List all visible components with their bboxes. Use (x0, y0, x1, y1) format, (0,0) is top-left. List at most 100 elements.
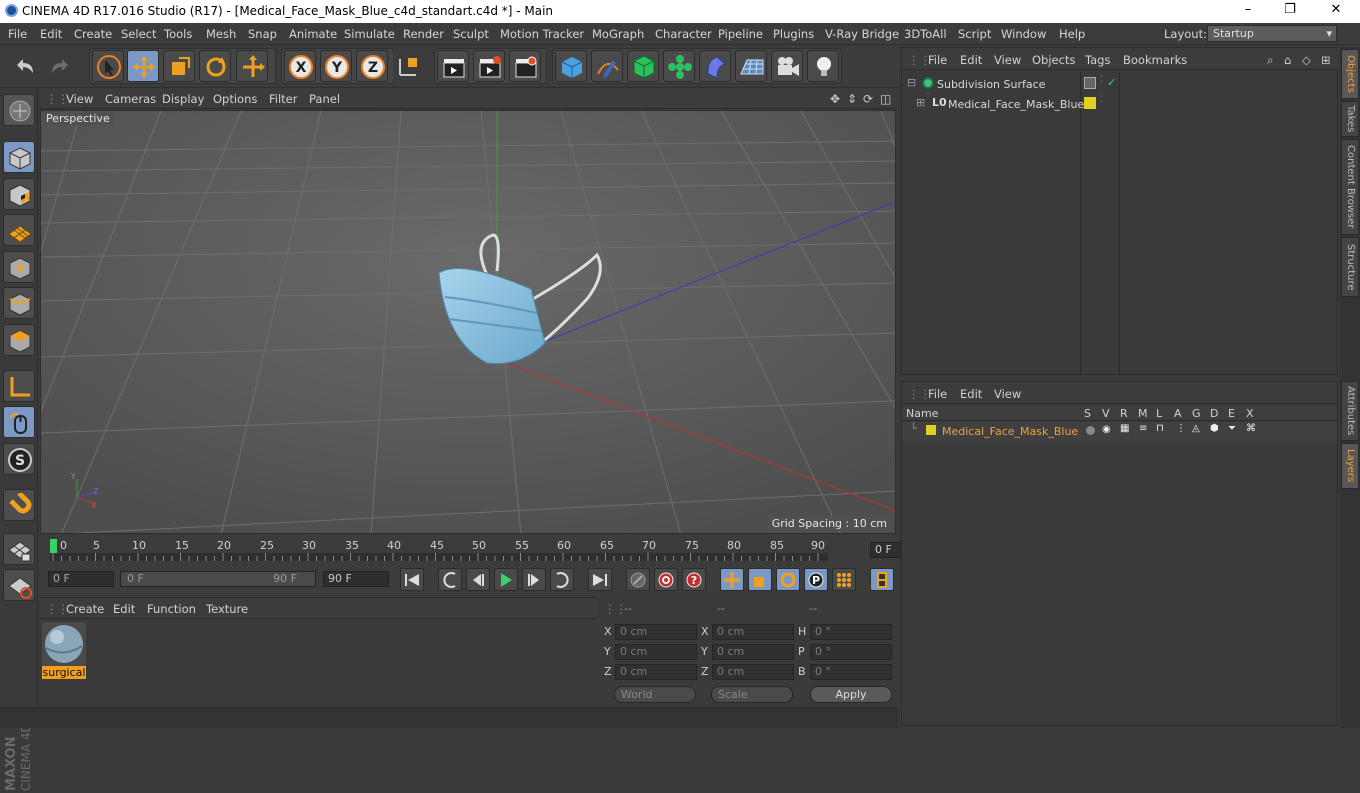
next-frame-button[interactable] (522, 568, 546, 591)
floor-button[interactable] (735, 50, 767, 82)
enabled-check-icon[interactable]: ✓ (1107, 76, 1116, 89)
material-menu-function[interactable]: Function (147, 602, 196, 616)
object-row[interactable]: ⊟ Subdivision Surface ⁚ ✓ (902, 75, 1337, 94)
minimize-button[interactable]: – (1238, 2, 1258, 17)
frame-range-slider[interactable]: 0 F 90 F (120, 571, 316, 587)
material-menu-edit[interactable]: Edit (113, 602, 135, 616)
redo-button[interactable] (45, 50, 77, 82)
viewport-nav-rotate-icon[interactable]: ⟳ (863, 92, 873, 106)
coordinate-system-button[interactable] (393, 50, 425, 82)
camera-button[interactable] (771, 50, 803, 82)
menu-plugins[interactable]: Plugins (773, 27, 814, 41)
maximize-button[interactable]: ❐ (1280, 2, 1300, 17)
close-button[interactable]: ✕ (1326, 2, 1346, 17)
solo-toggle-icon[interactable] (1086, 426, 1095, 435)
menu-help[interactable]: Help (1059, 27, 1085, 41)
pen-spline-button[interactable] (591, 50, 623, 82)
subdivision-surface-button[interactable] (627, 50, 659, 82)
object-menu-objects[interactable]: Objects (1032, 53, 1075, 67)
viewport-menu-cameras[interactable]: Cameras (105, 92, 156, 106)
expand-icon[interactable]: ⊞ (916, 96, 925, 109)
transform-tool-button[interactable] (236, 50, 268, 82)
menu-select[interactable]: Select (121, 27, 156, 41)
viewport-menu-options[interactable]: Options (213, 92, 257, 106)
layer-color-swatch[interactable] (1084, 97, 1096, 109)
make-editable-button[interactable] (3, 94, 35, 126)
deformer-icon[interactable]: ⬢ (1210, 423, 1219, 434)
size-mode-select[interactable]: Scale (711, 686, 793, 703)
object-menu-tags[interactable]: Tags (1085, 53, 1110, 67)
autokey-button[interactable] (654, 568, 678, 591)
size-y-field[interactable]: 0 cm (712, 644, 794, 660)
key-parameter-button[interactable]: P (804, 568, 828, 591)
undo-button[interactable] (8, 50, 40, 82)
record-keys-button[interactable] (626, 568, 650, 591)
menu-snap[interactable]: Snap (248, 27, 277, 41)
render-settings-button[interactable] (509, 50, 541, 82)
size-x-field[interactable]: 0 cm (712, 624, 794, 640)
pos-x-field[interactable]: 0 cm (615, 624, 697, 640)
viewport[interactable]: Y Z X Perspective Grid Spacing : 10 cm (40, 110, 896, 534)
timeline-button[interactable] (870, 568, 894, 591)
xref-icon[interactable]: ⌘ (1246, 423, 1256, 434)
tab-structure[interactable]: Structure (1341, 237, 1359, 297)
render-clapper-icon[interactable]: ▦ (1120, 423, 1129, 434)
layer-menu-file[interactable]: File (928, 387, 947, 401)
deformer-button[interactable] (699, 50, 731, 82)
animation-icon[interactable]: ⋮ (1176, 423, 1186, 434)
menu-vray-bridge[interactable]: V-Ray Bridge (825, 27, 899, 41)
tab-objects[interactable]: Objects (1341, 49, 1359, 99)
model-mode-button[interactable] (3, 141, 35, 173)
start-frame-field[interactable]: 0 F (48, 571, 114, 587)
render-view-button[interactable] (437, 50, 469, 82)
tweak-mode-button[interactable] (3, 406, 35, 438)
move-tool-button[interactable] (127, 50, 159, 82)
points-mode-button[interactable] (3, 251, 35, 283)
tab-takes[interactable]: Takes (1341, 101, 1359, 137)
object-menu-bookmarks[interactable]: Bookmarks (1123, 53, 1187, 67)
layout-select[interactable]: Startup ▾ (1207, 25, 1337, 42)
go-to-start-button[interactable] (400, 568, 424, 591)
menu-render[interactable]: Render (403, 27, 444, 41)
collapse-icon[interactable]: ⊟ (907, 76, 916, 89)
viewport-menu-panel[interactable]: Panel (309, 92, 340, 106)
playhead-marker[interactable] (50, 539, 57, 553)
menu-tools[interactable]: Tools (164, 27, 192, 41)
layer-menu-edit[interactable]: Edit (960, 387, 982, 401)
magnet-button[interactable] (3, 489, 35, 521)
viewport-nav-dolly-icon[interactable]: ⇕ (847, 92, 857, 106)
key-position-button[interactable] (720, 568, 744, 591)
menu-simulate[interactable]: Simulate (344, 27, 395, 41)
key-scale-button[interactable] (748, 568, 772, 591)
apply-button[interactable]: Apply (810, 686, 892, 703)
polygons-mode-button[interactable] (3, 324, 35, 356)
cube-object-button[interactable] (555, 50, 587, 82)
menu-create[interactable]: Create (74, 27, 112, 41)
menu-animate[interactable]: Animate (289, 27, 337, 41)
new-window-icon[interactable]: ⊞ (1321, 53, 1331, 67)
coordinate-mode-select[interactable]: World (614, 686, 696, 703)
previous-key-button[interactable] (438, 568, 462, 591)
size-z-field[interactable]: 0 cm (712, 664, 794, 680)
tab-layers[interactable]: Layers (1341, 443, 1359, 489)
next-key-button[interactable] (550, 568, 574, 591)
material-menu-create[interactable]: Create (66, 602, 104, 616)
layer-filter-icon[interactable]: ◇ (1302, 53, 1311, 67)
layer-row[interactable]: └ Medical_Face_Mask_Blue ◉ ▦ ≡ ⊓ ⋮ ◬ ⬢ ⏷… (902, 422, 1337, 441)
previous-frame-button[interactable] (466, 568, 490, 591)
menu-mesh[interactable]: Mesh (206, 27, 236, 41)
menu-sculpt[interactable]: Sculpt (453, 27, 489, 41)
material-menu-texture[interactable]: Texture (206, 602, 248, 616)
visibility-dots-icon[interactable]: ⁚ (1100, 75, 1103, 85)
layer-menu-view[interactable]: View (994, 387, 1021, 401)
object-row[interactable]: ⊞ L0 Medical_Face_Mask_Blue ⁚ (902, 95, 1337, 114)
keyframe-selection-button[interactable]: ? (682, 568, 706, 591)
viewport-menu-view[interactable]: View (66, 92, 93, 106)
viewport-menu-display[interactable]: Display (162, 92, 204, 106)
eye-icon[interactable]: ◉ (1102, 424, 1111, 435)
light-button[interactable] (807, 50, 839, 82)
workplane-mode-button[interactable] (3, 214, 35, 246)
y-axis-button[interactable]: Y (320, 50, 352, 82)
pos-z-field[interactable]: 0 cm (615, 664, 697, 680)
live-selection-button[interactable] (92, 50, 124, 82)
